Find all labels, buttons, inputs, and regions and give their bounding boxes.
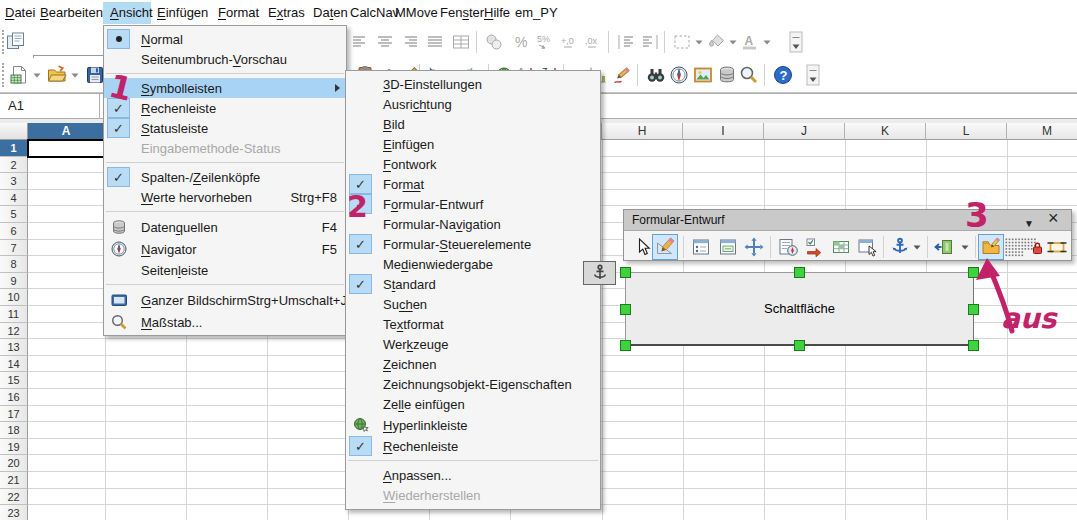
application-window: DateiBearbeitenAnsichtEinfügenFormatExtr… xyxy=(0,0,1077,520)
annotation-step-2: 2 xyxy=(347,189,368,224)
annotation-arrowhead xyxy=(976,258,1000,280)
handwritten-annotations: 1 2 3 aus xyxy=(0,0,1077,520)
annotation-step-3: 3 xyxy=(965,195,989,235)
annotation-step-1: 1 xyxy=(105,67,136,109)
